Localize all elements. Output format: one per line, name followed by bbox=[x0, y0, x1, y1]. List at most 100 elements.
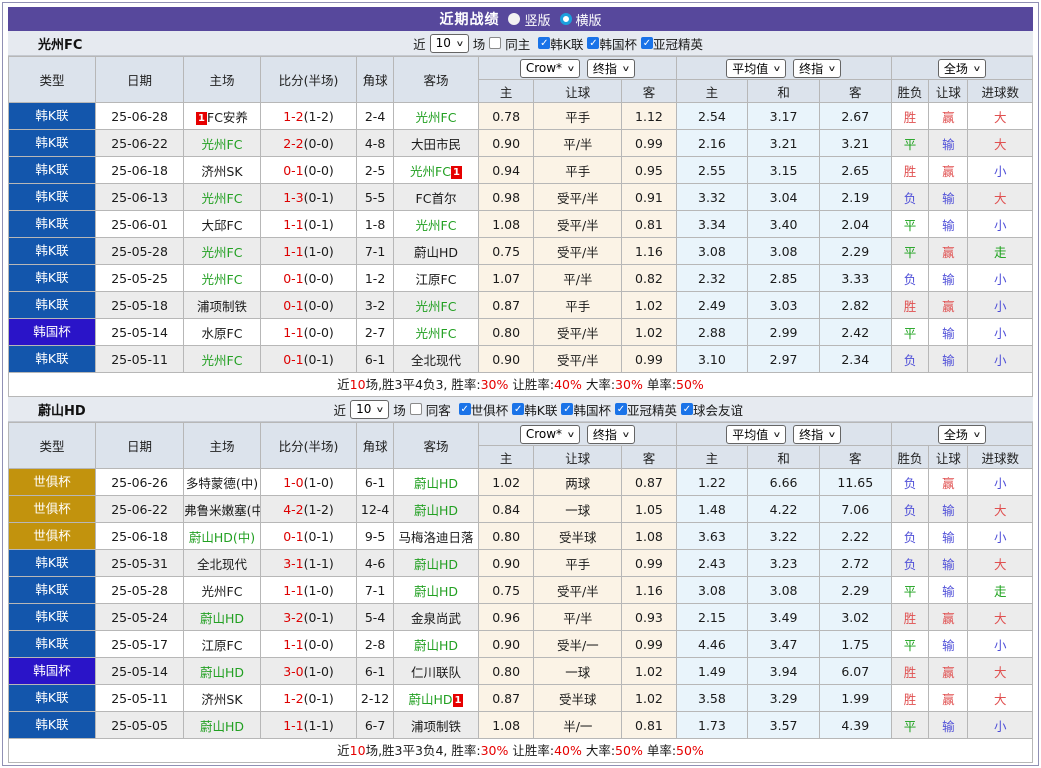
bookmaker-select[interactable]: Crow*∨ bbox=[520, 425, 580, 444]
avg-home-cell: 2.16 bbox=[676, 130, 748, 157]
fulltime-score: 1-1 bbox=[283, 325, 303, 340]
fulltime-score: 3-1 bbox=[283, 556, 303, 571]
odds-time-select-2[interactable]: 终指∨ bbox=[793, 59, 841, 78]
corner-cell: 6-1 bbox=[357, 469, 394, 496]
match-row: 韩K联25-06-281FC安养1-2(1-2)2-4光州FC0.78平手1.1… bbox=[9, 103, 1033, 130]
league-label: 韩K联 bbox=[550, 34, 583, 53]
halftime-score: (1-1) bbox=[304, 718, 334, 733]
away-team-cell: 光州FC bbox=[394, 103, 479, 130]
fulltime-score: 1-1 bbox=[283, 244, 303, 259]
match-type-cell: 世俱杯 bbox=[9, 469, 96, 496]
radio-selected-icon[interactable] bbox=[560, 13, 572, 25]
goals-result-cell: 小 bbox=[968, 523, 1033, 550]
games-count-select[interactable]: 10∨ bbox=[430, 34, 469, 53]
summary-segment: 让胜率: bbox=[508, 377, 554, 392]
red-card-badge: 1 bbox=[453, 694, 464, 707]
avg-home-cell: 1.73 bbox=[676, 712, 748, 739]
avg-draw-cell: 3.47 bbox=[748, 631, 820, 658]
away-team-name: 蔚山HD bbox=[414, 503, 458, 518]
corner-cell: 4-6 bbox=[357, 550, 394, 577]
home-team-name: 蔚山HD bbox=[200, 719, 244, 734]
bookmaker-select[interactable]: Crow*∨ bbox=[520, 59, 580, 78]
home-team-cell: 1FC安养 bbox=[184, 103, 261, 130]
corner-cell: 3-2 bbox=[357, 292, 394, 319]
odds-time-select-2[interactable]: 终指∨ bbox=[793, 425, 841, 444]
result-cell: 负 bbox=[891, 496, 929, 523]
avg-draw-cell: 3.15 bbox=[748, 157, 820, 184]
home-team-name: 蔚山HD(中) bbox=[189, 530, 255, 545]
league-filter-list: ✓韩K联✓韩国杯✓亚冠精英 bbox=[534, 34, 703, 53]
fulltime-select[interactable]: 全场∨ bbox=[938, 425, 986, 444]
same-venue-checkbox[interactable] bbox=[489, 37, 501, 49]
avg-home-cell: 1.49 bbox=[676, 658, 748, 685]
average-select[interactable]: 平均值∨ bbox=[726, 425, 786, 444]
league-checkbox[interactable]: ✓ bbox=[512, 403, 524, 415]
avg-home-cell: 3.34 bbox=[676, 211, 748, 238]
score-cell: 3-0(1-0) bbox=[260, 658, 356, 685]
avg-home-cell: 3.63 bbox=[676, 523, 748, 550]
league-checkbox[interactable]: ✓ bbox=[538, 37, 550, 49]
result-cell: 胜 bbox=[891, 157, 929, 184]
league-checkbox[interactable]: ✓ bbox=[587, 37, 599, 49]
competition-badge: 韩K联 bbox=[9, 184, 95, 210]
league-checkbox[interactable]: ✓ bbox=[641, 37, 653, 49]
odds-time-select[interactable]: 终指∨ bbox=[587, 425, 635, 444]
chevron-down-icon: ∨ bbox=[621, 430, 630, 439]
corner-cell: 2-8 bbox=[357, 631, 394, 658]
handicap-result-cell: 输 bbox=[929, 211, 968, 238]
score-cell: 0-1(0-1) bbox=[260, 523, 356, 550]
avg-draw-cell: 4.22 bbox=[748, 496, 820, 523]
match-row: 韩K联25-05-17江原FC1-1(0-0)2-8蔚山HD0.90受半/一0.… bbox=[9, 631, 1033, 658]
handicap-result-cell: 输 bbox=[929, 130, 968, 157]
odds-time-select[interactable]: 终指∨ bbox=[587, 59, 635, 78]
col-header-type: 类型 bbox=[9, 423, 96, 469]
layout-radio-vertical[interactable]: 竖版 bbox=[508, 10, 550, 29]
games-count-select[interactable]: 10∨ bbox=[350, 400, 389, 419]
away-team-cell: 蔚山HD bbox=[394, 469, 479, 496]
league-checkbox[interactable]: ✓ bbox=[681, 403, 693, 415]
score-cell: 3-1(1-1) bbox=[260, 550, 356, 577]
avg-home-cell: 2.54 bbox=[676, 103, 748, 130]
goals-result-cell: 小 bbox=[968, 319, 1033, 346]
col-header-home: 主场 bbox=[184, 423, 261, 469]
col-header-corner: 角球 bbox=[357, 57, 394, 103]
match-row: 世俱杯25-06-18蔚山HD(中)0-1(0-1)9-5马梅洛迪日落0.80受… bbox=[9, 523, 1033, 550]
col-header-type: 类型 bbox=[9, 57, 96, 103]
score-cell: 2-2(0-0) bbox=[260, 130, 356, 157]
same-venue-checkbox[interactable] bbox=[410, 403, 422, 415]
match-date-cell: 25-05-28 bbox=[96, 238, 184, 265]
match-row: 世俱杯25-06-26多特蒙德(中)1-0(1-0)6-1蔚山HD1.02两球0… bbox=[9, 469, 1033, 496]
handicap-result-cell: 赢 bbox=[929, 103, 968, 130]
home-odds-cell: 0.90 bbox=[478, 550, 533, 577]
average-group-header: 平均值∨ 终指∨ bbox=[676, 423, 891, 446]
away-team-name: 大田市民 bbox=[411, 137, 461, 152]
away-team-cell: 蔚山HD1 bbox=[394, 685, 479, 712]
league-checkbox[interactable]: ✓ bbox=[459, 403, 471, 415]
away-odds-cell: 1.02 bbox=[622, 685, 676, 712]
fulltime-select[interactable]: 全场∨ bbox=[938, 59, 986, 78]
average-select[interactable]: 平均值∨ bbox=[726, 59, 786, 78]
match-date-cell: 25-06-22 bbox=[96, 130, 184, 157]
avg-away-cell: 3.33 bbox=[819, 265, 891, 292]
fulltime-score: 4-2 bbox=[283, 502, 303, 517]
home-odds-cell: 0.96 bbox=[478, 604, 533, 631]
away-team-cell: 蔚山HD bbox=[394, 238, 479, 265]
away-team-cell: 蔚山HD bbox=[394, 631, 479, 658]
layout-radio-horizontal[interactable]: 横版 bbox=[560, 10, 602, 29]
avg-draw-cell: 3.08 bbox=[748, 238, 820, 265]
league-checkbox[interactable]: ✓ bbox=[561, 403, 573, 415]
match-type-cell: 韩K联 bbox=[9, 157, 96, 184]
summary-segment: 近 bbox=[337, 743, 350, 758]
summary-segment: 大率: bbox=[582, 743, 615, 758]
score-cell: 0-1(0-1) bbox=[260, 346, 356, 373]
radio-unselected-icon[interactable] bbox=[508, 13, 520, 25]
fulltime-score: 1-1 bbox=[283, 217, 303, 232]
league-checkbox[interactable]: ✓ bbox=[615, 403, 627, 415]
col-header-date: 日期 bbox=[96, 57, 184, 103]
home-team-cell: 光州FC bbox=[184, 184, 261, 211]
avg-away-cell: 2.72 bbox=[819, 550, 891, 577]
goals-result-cell: 小 bbox=[968, 211, 1033, 238]
competition-badge: 韩K联 bbox=[9, 265, 95, 291]
home-team-cell: 光州FC bbox=[184, 265, 261, 292]
goals-result-cell: 大 bbox=[968, 496, 1033, 523]
